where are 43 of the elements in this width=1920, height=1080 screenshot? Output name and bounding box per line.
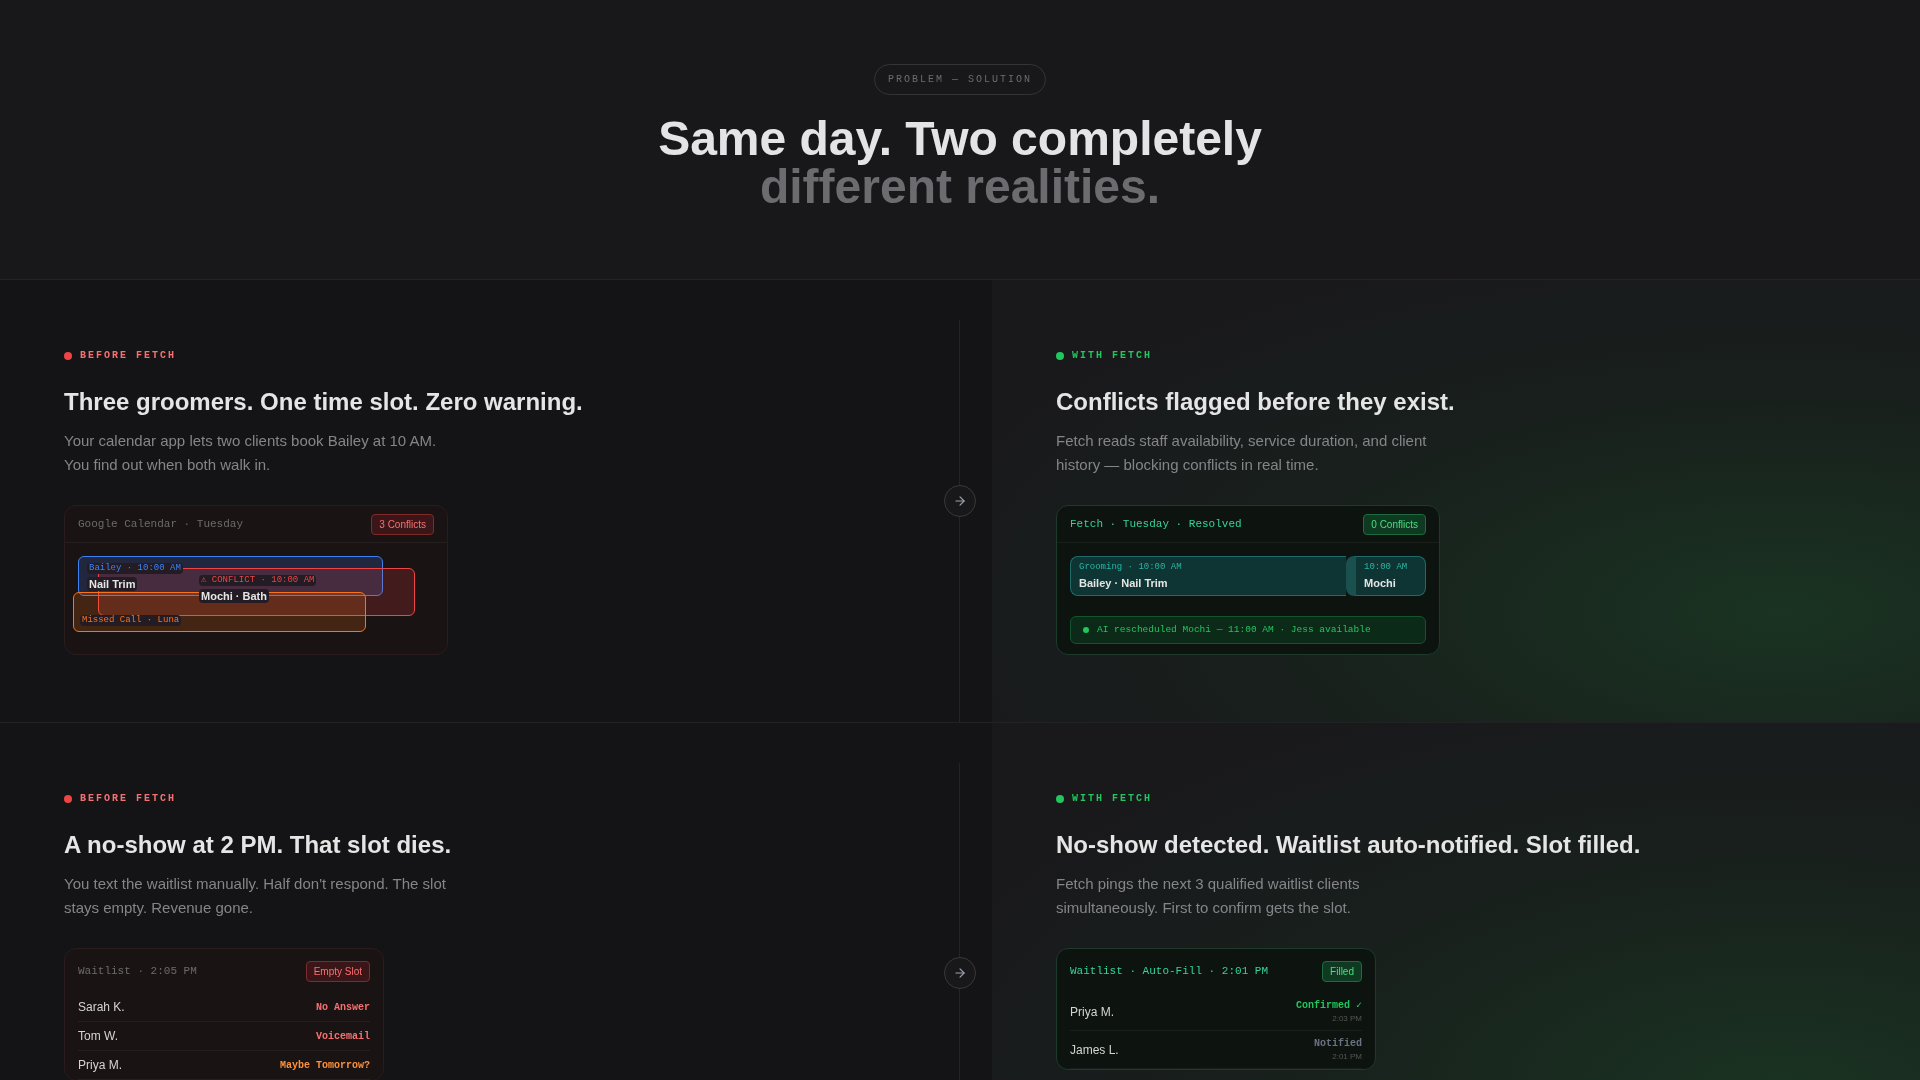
section-label: WITH FETCH <box>1072 349 1152 363</box>
client-name: Sarah K. <box>78 999 125 1016</box>
client-status: Confirmed ✓ <box>1295 999 1362 1013</box>
status-time: 2:03 PM <box>1332 1013 1362 1025</box>
section-heading: No-show detected. Waitlist auto-notified. Slot filled. <box>1056 830 1641 860</box>
section-label: WITH FETCH <box>1072 792 1152 806</box>
event-title: Mochi · Bath <box>199 589 269 603</box>
client-status: Notified <box>1314 1037 1362 1051</box>
client-status: Voicemail <box>316 1029 370 1044</box>
event-time: Grooming · 10:00 AM <box>1079 561 1182 574</box>
section-description: Your calendar app lets two clients book Bailey at 10 AM. You find out when both walk in. <box>64 431 438 475</box>
section-heading: Three groomers. One time slot. Zero warning. <box>64 387 583 417</box>
section-description: Fetch pings the next 3 qualified waitlist clients simultaneously. First to confirm gets the slot. <box>1056 874 1361 918</box>
section-description: Fetch reads staff availability, service duration, and client history — blocking conflicts in real time. <box>1056 431 1428 475</box>
card-title: Waitlist · Auto-Fill · 2:01 PM <box>1070 963 1269 979</box>
event-title: Bailey · Nail Trim <box>1079 575 1168 591</box>
status-badge: Empty Slot <box>305 960 370 982</box>
page-title: Same day. Two completely <box>658 115 1262 163</box>
event-time: ⚠ CONFLICT · 10:00 AM <box>199 575 317 586</box>
section-heading: Conflicts flagged before they exist. <box>1056 387 1455 417</box>
status-badge: 0 Conflicts <box>1363 513 1426 535</box>
card-title: Waitlist · 2:05 PM <box>78 963 197 979</box>
section-label: BEFORE FETCH <box>80 792 176 806</box>
client-name: Tom W. <box>78 1028 118 1045</box>
card-title: Google Calendar · Tuesday <box>78 516 244 532</box>
notice-text: AI rescheduled Mochi — 11:00 AM · Jess available <box>1097 622 1371 637</box>
client-name: Priya M. <box>1070 1003 1114 1021</box>
status-time: 2:01 PM <box>1332 1051 1362 1063</box>
event-time: 10:00 AM <box>1364 561 1408 574</box>
event-title: Mochi <box>1364 575 1396 591</box>
client-status: Maybe Tomorrow? <box>280 1058 370 1073</box>
status-badge: Filled <box>1322 960 1362 982</box>
card-title: Fetch · Tuesday · Resolved <box>1070 516 1242 532</box>
event-time: Bailey · 10:00 AM <box>87 563 183 574</box>
section-label: BEFORE FETCH <box>80 349 176 363</box>
event-time: Missed Call · Luna <box>80 615 182 626</box>
status-badge: 3 Conflicts <box>371 513 434 535</box>
event-title: Nail Trim <box>87 577 138 591</box>
client-name: Priya M. <box>78 1057 122 1074</box>
section-description: You text the waitlist manually. Half don't respond. The slot stays empty. Revenue gone. <box>64 874 447 918</box>
client-name: James L. <box>1070 1041 1119 1059</box>
section-heading: A no-show at 2 PM. That slot dies. <box>64 830 452 860</box>
client-status: No Answer <box>316 1000 370 1015</box>
